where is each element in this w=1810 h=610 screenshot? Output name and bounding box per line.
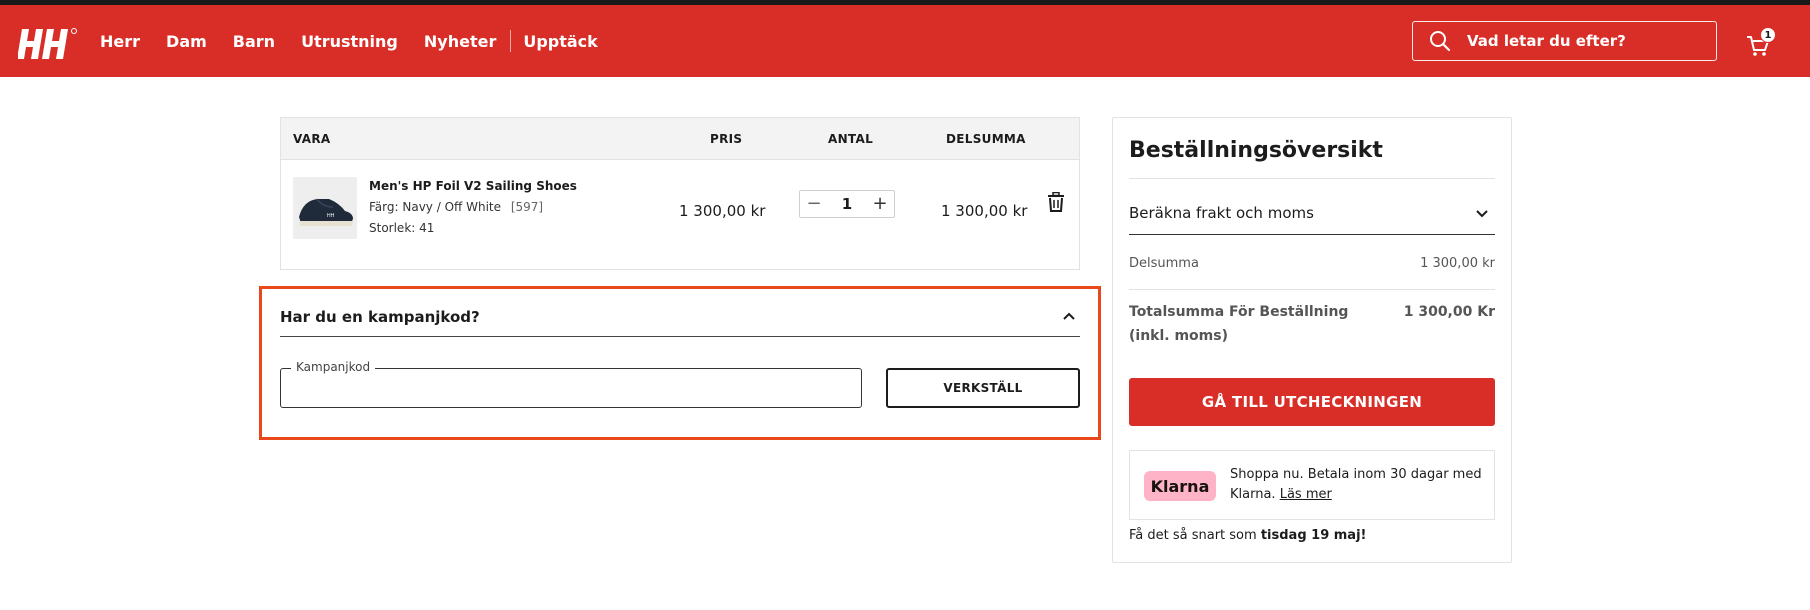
product-name[interactable]: Men's HP Foil V2 Sailing Shoes <box>369 179 577 193</box>
subtotal-label: Delsumma <box>1129 256 1199 271</box>
nav-nyheter[interactable]: Nyheter <box>424 32 496 51</box>
helly-hansen-logo[interactable] <box>18 27 80 61</box>
column-quantity: ANTAL <box>828 132 874 146</box>
promo-code-section: Har du en kampanjkod? Kampanjkod VERKSTÄ… <box>259 286 1101 440</box>
apply-promo-button[interactable]: VERKSTÄLL <box>886 368 1080 408</box>
main-nav: Herr Dam Barn Utrustning Nyheter Upptäck <box>100 5 624 77</box>
total-value: 1 300,00 Kr <box>1403 304 1495 320</box>
nav-herr[interactable]: Herr <box>100 32 140 51</box>
nav-separator <box>510 30 512 52</box>
klarna-message: Shoppa nu. Betala inom 30 dagar med Klar… <box>1230 467 1482 502</box>
total-label: Totalsumma För Beställning (inkl. moms) <box>1129 304 1349 344</box>
shoe-image: HH <box>293 177 357 239</box>
column-item: VARA <box>293 132 331 146</box>
product-color: Färg: Navy / Off White [597] <box>369 200 543 214</box>
chevron-down-icon <box>1476 210 1488 218</box>
klarna-read-more-link[interactable]: Läs mer <box>1280 487 1332 502</box>
svg-text:HH: HH <box>327 213 335 219</box>
checkout-button[interactable]: GÅ TILL UTCHECKNINGEN <box>1129 378 1495 426</box>
nav-dam[interactable]: Dam <box>166 32 207 51</box>
item-subtotal: 1 300,00 kr <box>941 202 1028 220</box>
cart-table-header: VARA PRIS ANTAL DELSUMMA <box>281 118 1079 160</box>
klarna-text: Shoppa nu. Betala inom 30 dagar med Klar… <box>1230 465 1490 505</box>
nav-utrustning[interactable]: Utrustning <box>301 32 398 51</box>
nav-barn[interactable]: Barn <box>233 32 275 51</box>
color-code: [597] <box>510 200 544 214</box>
size-label: Storlek: <box>369 221 416 235</box>
promo-code-title: Har du en kampanjkod? <box>280 308 480 326</box>
delivery-estimate: Få det så snart som tisdag 19 maj! <box>1129 528 1366 543</box>
search-placeholder: Vad letar du efter? <box>1467 32 1626 50</box>
cart-table: VARA PRIS ANTAL DELSUMMA HH Men's HP Foi… <box>280 117 1080 270</box>
color-value: Navy / Off White <box>402 200 501 214</box>
subtotal-value: 1 300,00 kr <box>1420 256 1495 271</box>
klarna-logo: Klarna <box>1144 471 1216 501</box>
delivery-date: tisdag 19 maj! <box>1260 528 1367 543</box>
search-box[interactable]: Vad letar du efter? <box>1412 21 1717 61</box>
cart-row: HH Men's HP Foil V2 Sailing Shoes Färg: … <box>281 160 1079 270</box>
promo-code-label: Kampanjkod <box>291 360 376 374</box>
divider <box>1129 178 1495 179</box>
item-price: 1 300,00 kr <box>679 202 766 220</box>
product-image[interactable]: HH <box>293 177 357 239</box>
order-summary: Beställningsöversikt Beräkna frakt och m… <box>1112 117 1512 563</box>
shipping-calculator-toggle[interactable]: Beräkna frakt och moms <box>1129 188 1495 235</box>
promo-code-toggle[interactable]: Har du en kampanjkod? <box>280 305 1080 337</box>
trash-icon[interactable] <box>1047 192 1065 212</box>
quantity-stepper: − 1 + <box>799 190 895 218</box>
cart-count-badge: 1 <box>1760 27 1776 43</box>
divider <box>1129 289 1495 290</box>
search-icon <box>1430 31 1451 52</box>
delivery-prefix: Få det så snart som <box>1129 528 1257 543</box>
shipping-label: Beräkna frakt och moms <box>1129 204 1314 222</box>
quantity-value[interactable]: 1 <box>842 195 852 213</box>
site-header: Herr Dam Barn Utrustning Nyheter Upptäck… <box>0 5 1810 77</box>
quantity-decrease-button[interactable]: − <box>806 195 822 213</box>
chevron-up-icon <box>1063 312 1075 320</box>
column-subtotal: DELSUMMA <box>946 132 1026 146</box>
quantity-increase-button[interactable]: + <box>872 195 888 213</box>
size-value: 41 <box>419 221 435 235</box>
cart-button[interactable]: 1 <box>1745 27 1777 57</box>
column-price: PRIS <box>710 132 743 146</box>
klarna-info: Klarna Shoppa nu. Betala inom 30 dagar m… <box>1129 450 1495 520</box>
color-label: Färg: <box>369 200 399 214</box>
product-size: Storlek: 41 <box>369 221 434 235</box>
summary-title: Beställningsöversikt <box>1129 138 1383 163</box>
nav-upptack[interactable]: Upptäck <box>523 32 597 51</box>
promo-code-input[interactable]: Kampanjkod <box>280 360 862 408</box>
